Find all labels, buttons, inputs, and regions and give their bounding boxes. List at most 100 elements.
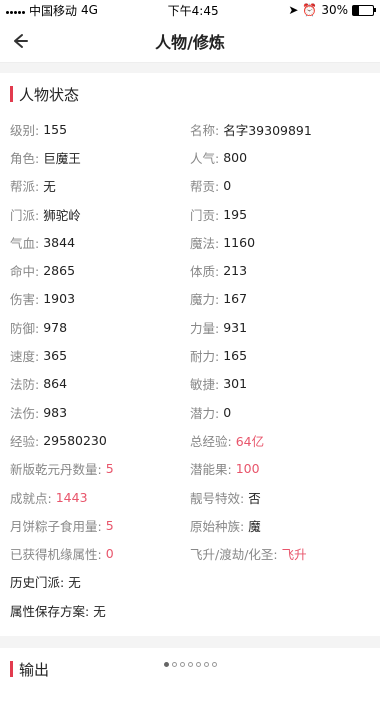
stat-value: 100 xyxy=(235,461,260,477)
stat-label: 法防: xyxy=(10,377,40,393)
stat-label: 气血: xyxy=(10,235,40,251)
stat-row: 已获得机缘属性: 0 xyxy=(10,539,190,567)
stat-row: 经验: 29580230 xyxy=(10,426,190,454)
stat-value: 800 xyxy=(223,149,248,165)
stat-row: 飞升/渡劫/化圣: 飞升 xyxy=(190,539,370,567)
page-dot[interactable] xyxy=(179,662,185,667)
stat-label: 成就点: xyxy=(10,490,52,506)
stat-row: 命中: 2865 xyxy=(10,256,190,284)
stat-row: 新版乾元丹数量: 5 xyxy=(10,455,190,483)
stat-row: 门贡: 195 xyxy=(190,200,370,228)
output-card: 输出 xyxy=(0,648,380,708)
stat-row: 属性保存方案: 无 xyxy=(10,596,370,624)
stat-value: 167 xyxy=(223,291,248,307)
section-header: 输出 xyxy=(10,648,370,690)
stat-row: 总经验: 64亿 xyxy=(190,426,370,454)
stat-value: 155 xyxy=(43,121,68,137)
stat-value: 365 xyxy=(43,348,68,364)
stat-label: 法伤: xyxy=(10,405,40,421)
page-dot[interactable] xyxy=(195,662,201,667)
stat-value: 2865 xyxy=(43,263,76,279)
stat-value: 864 xyxy=(43,376,68,392)
stat-label: 魔法: xyxy=(190,235,220,251)
page-dot[interactable] xyxy=(203,662,209,667)
stat-label: 已获得机缘属性: xyxy=(10,547,102,563)
stat-value: 931 xyxy=(223,319,248,335)
stat-row: 潜力: 0 xyxy=(190,398,370,426)
stat-label: 总经验: xyxy=(190,433,232,449)
stat-value: 魔 xyxy=(248,518,261,534)
stat-value: 1903 xyxy=(43,291,76,307)
page-indicator[interactable] xyxy=(0,662,380,667)
stat-label: 力量: xyxy=(190,320,220,336)
stat-value: 0 xyxy=(223,404,232,420)
alarm-icon: ⏰ xyxy=(302,3,318,17)
stat-label: 敏捷: xyxy=(190,377,220,393)
stat-label: 原始种族: xyxy=(190,518,245,534)
stat-value: 巨魔王 xyxy=(43,150,81,166)
stat-row: 魔法: 1160 xyxy=(190,228,370,256)
stat-value: 否 xyxy=(248,490,261,506)
stat-row: 靓号特效: 否 xyxy=(190,483,370,511)
stat-label: 防御: xyxy=(10,320,40,336)
stat-row: 帮派: 无 xyxy=(10,172,190,200)
status-right: ➤ ⏰ 30% xyxy=(288,3,376,17)
stat-label: 速度: xyxy=(10,349,40,365)
stat-row: 级别: 155 xyxy=(10,115,190,143)
stat-value: 29580230 xyxy=(43,432,107,448)
stat-value: 飞升 xyxy=(281,547,307,563)
stat-value: 0 xyxy=(105,546,114,562)
nav-bar: 人物/修炼 xyxy=(0,20,380,63)
stat-label: 经验: xyxy=(10,433,40,449)
clock: 下午4:45 xyxy=(167,3,219,18)
stat-value: 195 xyxy=(223,206,248,222)
stat-row: 名称: 名字39309891 xyxy=(190,115,370,143)
stat-value: 64亿 xyxy=(235,433,265,449)
stat-row: 耐力: 165 xyxy=(190,341,370,369)
stat-row: 帮贡: 0 xyxy=(190,172,370,200)
page-title: 人物/修炼 xyxy=(155,33,225,52)
stat-row: 月饼粽子食用量: 5 xyxy=(10,511,190,539)
stat-value: 狮驼岭 xyxy=(43,207,81,223)
stat-row: 防御: 978 xyxy=(10,313,190,341)
back-arrow-icon[interactable] xyxy=(8,30,30,52)
stat-label: 伤害: xyxy=(10,292,40,308)
page-dot[interactable] xyxy=(163,662,169,667)
stat-value: 213 xyxy=(223,263,248,279)
stat-value: 983 xyxy=(43,404,68,420)
stat-row: 历史门派: 无 xyxy=(10,568,370,596)
stat-row: 法伤: 983 xyxy=(10,398,190,426)
carrier: 中国移动 xyxy=(29,3,78,18)
stat-value: 无 xyxy=(93,603,106,619)
stats-grid: 级别: 155 名称: 名字39309891 角色: 巨魔王 人气: 800 帮派: 无帮贡: 0 门… xyxy=(10,115,370,624)
stat-value: 0 xyxy=(223,178,232,194)
stat-label: 飞升/渡劫/化圣: xyxy=(190,547,278,563)
stat-row: 体质: 213 xyxy=(190,256,370,284)
page-dot[interactable] xyxy=(211,662,217,667)
location-icon: ➤ xyxy=(288,3,299,17)
stat-row: 原始种族: 魔 xyxy=(190,511,370,539)
stat-row: 成就点: 1443 xyxy=(10,483,190,511)
stat-value: 无 xyxy=(68,575,81,591)
stat-label: 靓号特效: xyxy=(190,490,245,506)
stat-label: 历史门派: xyxy=(10,575,65,591)
stat-value: 无 xyxy=(43,179,56,195)
stat-label: 潜能果: xyxy=(190,462,232,478)
stat-row: 伤害: 1903 xyxy=(10,285,190,313)
stat-label: 门派: xyxy=(10,207,40,223)
stat-row: 敏捷: 301 xyxy=(190,370,370,398)
stat-value: 1443 xyxy=(55,489,88,505)
page-dot[interactable] xyxy=(171,662,177,667)
network-type: 4G xyxy=(81,3,98,17)
stat-value: 3844 xyxy=(43,234,76,250)
stat-label: 角色: xyxy=(10,150,40,166)
battery-icon xyxy=(352,4,376,16)
stat-label: 帮贡: xyxy=(190,179,220,195)
status-bar: 中国移动 4G 下午4:45 ➤ ⏰ 30% xyxy=(0,0,380,20)
section-header: 人物状态 xyxy=(10,73,370,115)
stat-value: 名字39309891 xyxy=(223,122,312,138)
stat-label: 体质: xyxy=(190,264,220,280)
stat-label: 魔力: xyxy=(190,292,220,308)
section-accent-bar xyxy=(10,86,13,102)
page-dot[interactable] xyxy=(187,662,193,667)
